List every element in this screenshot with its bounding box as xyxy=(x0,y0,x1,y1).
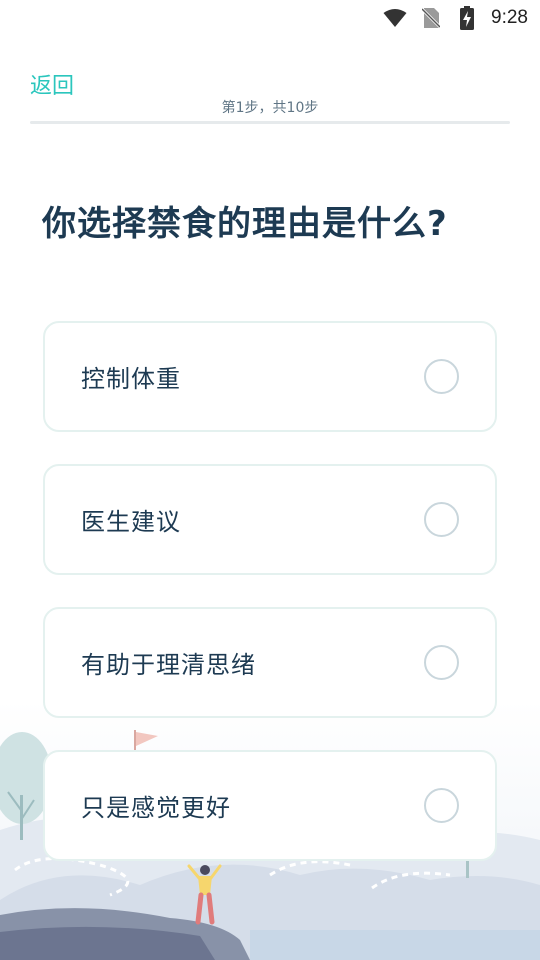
question-title: 你选择禁食的理由是什么? xyxy=(42,204,448,244)
status-bar: 9:28 xyxy=(0,0,540,36)
no-sim-icon xyxy=(419,6,443,30)
radio-button[interactable] xyxy=(424,359,459,394)
option-label: 控制体重 xyxy=(81,365,181,393)
step-progress-text: 第1步，共10步 xyxy=(221,100,319,116)
wifi-icon xyxy=(383,6,407,30)
status-time: 9:28 xyxy=(491,7,528,28)
option-label: 有助于理清思绪 xyxy=(81,651,256,679)
radio-button[interactable] xyxy=(424,502,459,537)
option-card[interactable]: 只是感觉更好 xyxy=(43,750,497,861)
option-card[interactable]: 医生建议 xyxy=(43,464,497,575)
option-label: 医生建议 xyxy=(81,508,181,536)
battery-charging-icon xyxy=(455,6,479,30)
option-card[interactable]: 控制体重 xyxy=(43,321,497,432)
option-label: 只是感觉更好 xyxy=(81,794,231,822)
option-card[interactable]: 有助于理清思绪 xyxy=(43,607,497,718)
header-divider xyxy=(30,121,510,124)
radio-button[interactable] xyxy=(424,645,459,680)
back-button[interactable]: 返回 xyxy=(30,68,74,100)
radio-button[interactable] xyxy=(424,788,459,823)
